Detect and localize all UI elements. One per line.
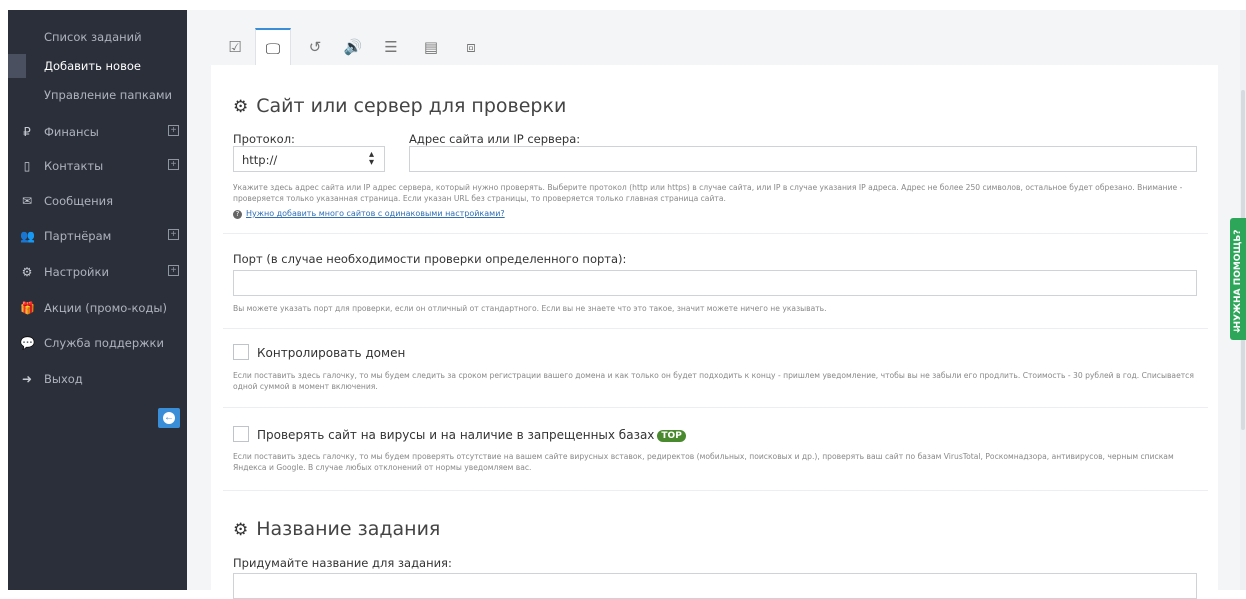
divider (223, 490, 1208, 491)
users-icon: 👥 (20, 229, 35, 243)
sidebar-item-label: Служба поддержки (44, 336, 164, 350)
port-input[interactable] (233, 270, 1197, 296)
sliders-icon: ☰ (384, 38, 398, 56)
gear-icon: ⚙ (233, 97, 249, 117)
tab-site[interactable]: 🖵 (255, 28, 291, 66)
divider (223, 328, 1208, 329)
virus-help-text: Если поставить здесь галочку, то мы буде… (233, 452, 1174, 472)
checkbox-icon: ☑ (228, 38, 242, 56)
envelope-icon: ✉ (21, 194, 33, 208)
address-input[interactable] (409, 146, 1197, 172)
divider (223, 407, 1208, 408)
expand-icon[interactable]: + (168, 265, 179, 276)
sidebar-item-label: Партнёрам (44, 229, 112, 243)
section-title-task-name: ⚙ Название задания (233, 518, 441, 540)
sidebar-item-add-new[interactable]: Добавить новое (44, 59, 141, 73)
active-item-marker (8, 54, 26, 78)
sign-out-icon: ➜ (21, 372, 33, 386)
arrow-left-icon: ← (163, 412, 175, 424)
domain-checkbox[interactable] (233, 344, 249, 360)
volume-icon: 🔊 (343, 38, 363, 56)
task-name-input[interactable] (233, 573, 1197, 599)
task-name-label: Придумайте название для задания: (233, 556, 452, 570)
sidebar-item-contacts[interactable]: ▯ Контакты + (8, 155, 187, 179)
tab-notifications[interactable]: 🔊 (335, 28, 371, 66)
gift-icon: 🎁 (20, 301, 35, 315)
expand-icon[interactable]: + (168, 229, 179, 240)
protocol-label: Протокол: (233, 132, 295, 146)
sidebar-item-promo[interactable]: 🎁 Акции (промо-коды) (8, 297, 187, 321)
domain-help-text: Если поставить здесь галочку, то мы буде… (233, 371, 1194, 391)
sidebar-item-support[interactable]: 💬 Служба поддержки (8, 332, 187, 356)
sidebar: Список заданий Добавить новое Управление… (8, 10, 187, 590)
monitor-icon: 🖵 (265, 40, 281, 58)
multi-site-link[interactable]: Нужно добавить много сайтов с одинаковым… (246, 209, 505, 218)
tab-schedule[interactable]: ↺ (297, 28, 333, 66)
sidebar-item-manage-folders[interactable]: Управление папками (44, 88, 172, 102)
sidebar-item-label: Настройки (44, 265, 109, 279)
tab-list[interactable]: ▤ (413, 28, 449, 66)
help-tab-label: НУЖНА ПОМОЩЬ? (1233, 229, 1243, 329)
port-label: Порт (в случае необходимости проверки оп… (233, 252, 627, 266)
gear-icon: ⚙ (233, 520, 249, 540)
question-icon: ? (233, 210, 242, 219)
main-content: ☑ 🖵 ↺ 🔊 ☰ ▤ ⧈ ⚙ Сайт или сервер для прове… (187, 10, 1246, 599)
virus-check-checkbox[interactable] (233, 426, 249, 442)
address-label: Адрес сайта или IP сервера: (409, 132, 581, 146)
sidebar-item-finance[interactable]: ₽ Финансы + (8, 121, 187, 145)
divider (223, 233, 1208, 234)
sidebar-item-task-list[interactable]: Список заданий (44, 30, 142, 44)
select-arrows-icon: ▴ ▾ (368, 149, 374, 168)
sidebar-item-label: Сообщения (44, 194, 114, 208)
help-tab[interactable]: НУЖНА ПОМОЩЬ? ➜ (1230, 218, 1246, 340)
sidebar-item-label: Контакты (44, 159, 104, 173)
collapse-sidebar-button[interactable]: ← (158, 408, 180, 428)
top-badge: TOP (657, 430, 686, 442)
phone-icon: ▯ (23, 159, 31, 173)
ruble-icon: ₽ (23, 125, 31, 139)
tab-general[interactable]: ☑ (217, 28, 253, 66)
history-icon: ↺ (308, 38, 322, 56)
gear-icon: ⚙ (21, 265, 33, 279)
virus-check-label[interactable]: Проверять сайт на вирусы и на наличие в … (257, 428, 686, 442)
sidebar-item-partners[interactable]: 👥 Партнёрам + (8, 225, 187, 249)
list-icon: ▤ (423, 38, 439, 56)
sidebar-item-logout[interactable]: ➜ Выход (8, 368, 187, 392)
multi-site-link-line: ? Нужно добавить много сайтов с одинаковы… (233, 209, 505, 219)
tab-billing[interactable]: ⧈ (453, 28, 489, 66)
tab-filters[interactable]: ☰ (373, 28, 409, 66)
sidebar-item-label: Финансы (44, 125, 99, 139)
address-help-text: Укажите здесь адрес сайта или IP адрес с… (233, 183, 1183, 203)
arrow-right-icon: ➜ (1233, 325, 1241, 335)
chat-icon: 💬 (20, 336, 35, 350)
sidebar-item-settings[interactable]: ⚙ Настройки + (8, 261, 187, 285)
domain-checkbox-label[interactable]: Контролировать домен (257, 346, 405, 360)
sidebar-item-label: Выход (44, 372, 83, 386)
expand-icon[interactable]: + (168, 125, 179, 136)
sidebar-item-messages[interactable]: ✉ Сообщения (8, 190, 187, 214)
expand-icon[interactable]: + (168, 159, 179, 170)
section-title-site: ⚙ Сайт или сервер для проверки (233, 95, 567, 117)
port-help-text: Вы можете указать порт для проверки, есл… (233, 304, 827, 313)
protocol-select[interactable]: http:// ▴ ▾ (233, 146, 385, 172)
money-icon: ⧈ (466, 38, 476, 56)
sidebar-item-label: Акции (промо-коды) (44, 301, 167, 315)
form-panel: ⚙ Сайт или сервер для проверки Протокол: … (211, 65, 1218, 599)
